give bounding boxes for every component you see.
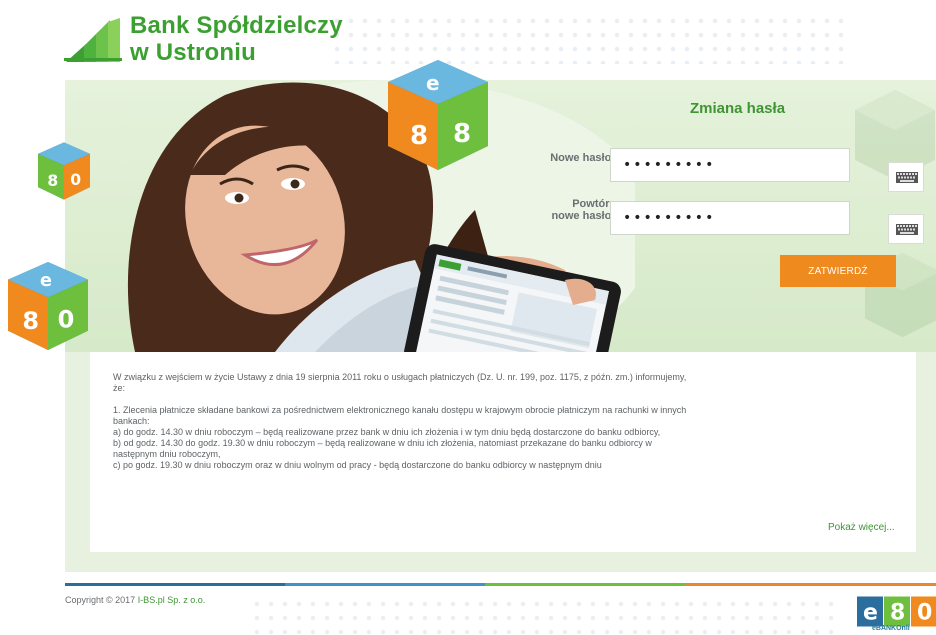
info-text: W związku z wejściem w życie Ustawy z dn…: [113, 372, 688, 522]
info-section: W związku z wejściem w życie Ustawy z dn…: [65, 352, 936, 572]
copyright-prefix: Copyright © 2017: [65, 595, 138, 605]
e808-cube-small: 8 0: [38, 142, 90, 200]
footer-divider: [65, 583, 936, 586]
password-change-panel: Zmiana hasła Nowe hasło: Powtórz nowe ha…: [545, 80, 936, 352]
svg-text:0: 0: [58, 306, 75, 334]
info-paragraph-2: 1. Zlecenia płatnicze składane bankowi z…: [113, 405, 687, 470]
keyboard-icon: [896, 224, 918, 235]
svg-text:0: 0: [917, 601, 932, 626]
svg-text:e: e: [426, 71, 440, 95]
panel-title: Zmiana hasła: [690, 100, 786, 117]
decorative-dot-pattern: [330, 14, 850, 64]
info-box: W związku z wejściem w życie Ustawy z dn…: [90, 352, 916, 552]
bank-name-line2: w Ustroniu: [130, 39, 256, 66]
submit-button[interactable]: ZATWIERDŹ: [780, 255, 896, 287]
svg-text:8: 8: [410, 121, 428, 151]
e808-cube-medium: 8 0 e: [8, 262, 88, 350]
svg-text:8: 8: [47, 172, 58, 190]
company-link[interactable]: I-BS.pl Sp. z o.o.: [138, 595, 206, 605]
copyright: Copyright © 2017 I-BS.pl Sp. z o.o.: [65, 595, 205, 605]
svg-text:8: 8: [453, 119, 471, 149]
hero-banner: Zmiana hasła Nowe hasło: Powtórz nowe ha…: [65, 80, 936, 352]
product-subtitle: eBANKOnli: [872, 625, 910, 632]
repeat-password-label: Powtórz nowe hasło:: [551, 198, 615, 222]
repeat-password-input[interactable]: [610, 201, 850, 235]
svg-text:8: 8: [22, 307, 39, 335]
e808-cube-large: 8 8 e: [388, 60, 488, 170]
keyboard-icon: [896, 172, 918, 183]
new-password-input[interactable]: [610, 148, 850, 182]
virtual-keyboard-button-new[interactable]: [888, 162, 924, 192]
info-paragraph-1: W związku z wejściem w życie Ustawy z dn…: [113, 372, 687, 393]
svg-text:e: e: [40, 271, 52, 291]
show-more-link[interactable]: Pokaż więcej...: [828, 522, 895, 533]
bank-logo[interactable]: Bank Spółdzielczy w Ustroniu: [64, 6, 344, 70]
svg-text:e: e: [863, 601, 878, 626]
decorative-dot-pattern-bottom: [250, 597, 840, 635]
svg-text:8: 8: [890, 601, 905, 626]
new-password-label: Nowe hasło:: [550, 152, 615, 164]
bank-name-line1: Bank Spółdzielczy: [130, 12, 343, 39]
info-fade-overlay: [113, 472, 688, 522]
virtual-keyboard-button-repeat[interactable]: [888, 214, 924, 244]
bank-logo-icon: [64, 18, 122, 62]
svg-text:0: 0: [70, 171, 81, 189]
